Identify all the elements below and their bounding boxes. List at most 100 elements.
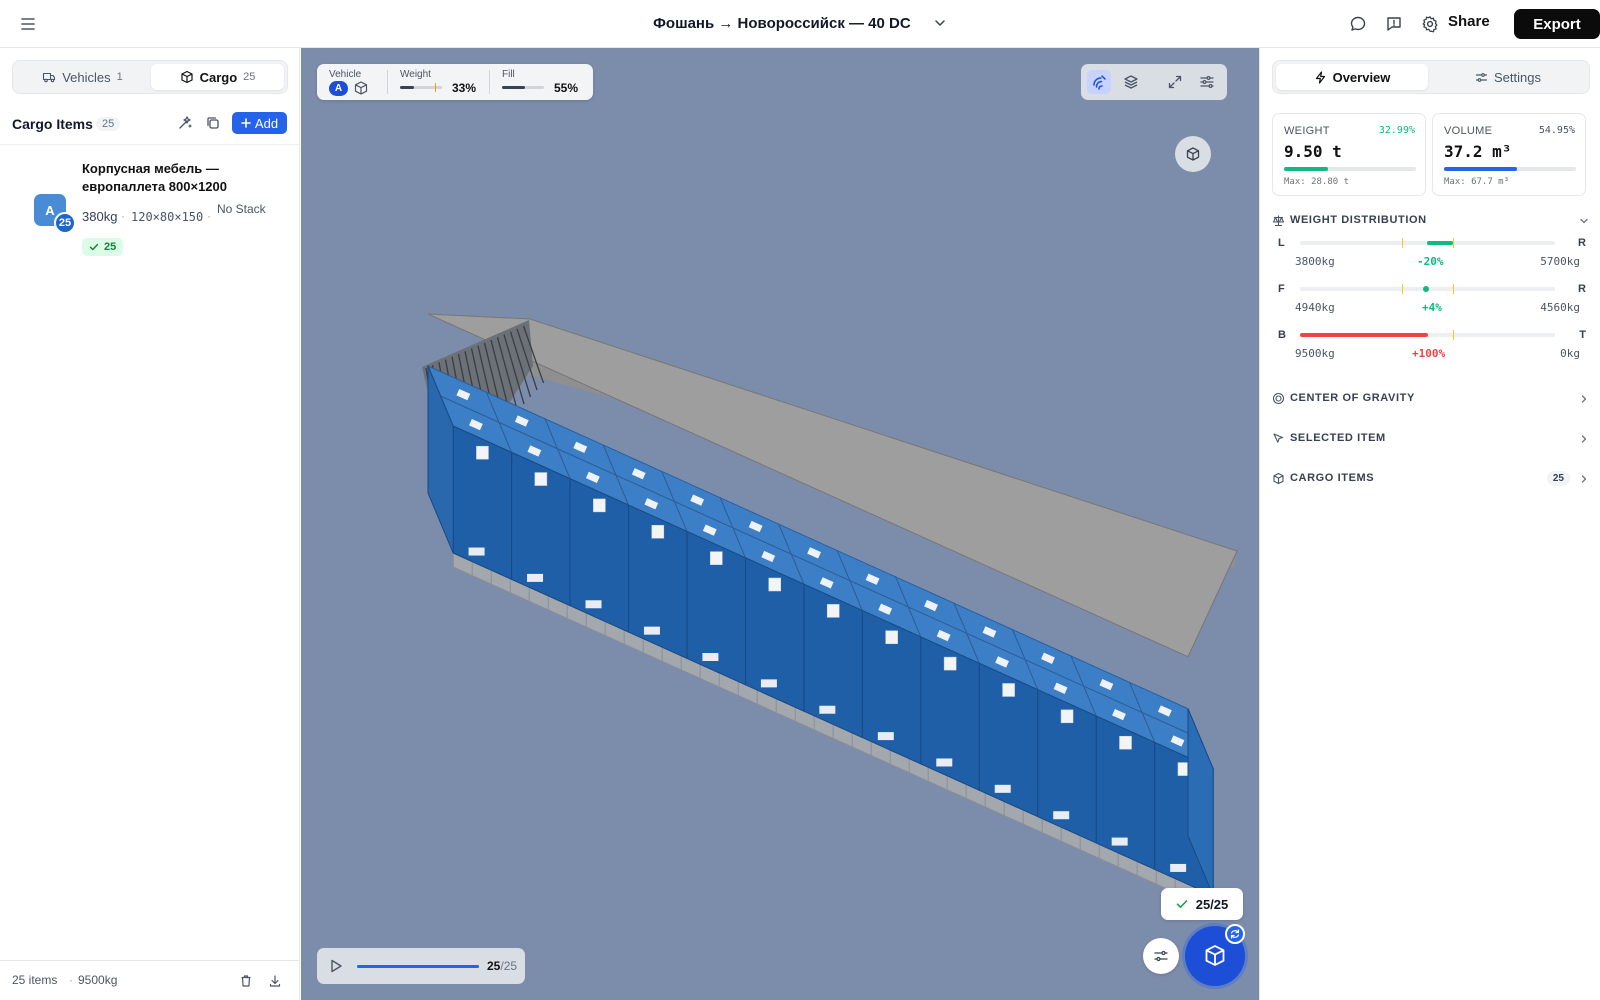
trash-icon[interactable]: [239, 974, 253, 988]
volume-card-max: Max: 67.7 m³: [1444, 177, 1510, 187]
cargo-side-label: [768, 577, 781, 592]
snap-icon[interactable]: [1087, 70, 1111, 94]
cargo-side-label: [710, 551, 723, 565]
cargo-items-header[interactable]: CARGO ITEMS 25: [1272, 469, 1590, 489]
weight-meter: [400, 83, 442, 92]
tolerance-tick: [1453, 238, 1454, 248]
inspector-tabs: Overview Settings: [1272, 60, 1590, 94]
balance-side-b: R: [1578, 237, 1586, 249]
handling-symbol: [1053, 811, 1070, 820]
magic-wand-icon[interactable]: [177, 115, 193, 131]
tab-cargo[interactable]: Cargo 25: [151, 64, 284, 90]
expand-icon[interactable]: [1163, 70, 1187, 94]
left-panel: Vehicles 1 Cargo 25 Cargo Items 25 Add A…: [0, 48, 300, 1000]
tab-overview[interactable]: Overview: [1276, 64, 1428, 90]
weight-distribution-header[interactable]: WEIGHT DISTRIBUTION: [1272, 211, 1590, 231]
tab-settings[interactable]: Settings: [1432, 64, 1584, 90]
weight-card-max: Max: 28.80 t: [1284, 177, 1350, 187]
item-name: Корпусная мебель — европаллета 800×1200: [82, 161, 227, 194]
cargo-side-label: [651, 525, 665, 539]
cube-icon[interactable]: [353, 80, 369, 96]
weight-card: WEIGHT 32.99% 9.50 t Max: 28.80 t: [1272, 113, 1426, 196]
refresh-icon[interactable]: [1225, 924, 1245, 944]
tab-vehicles[interactable]: Vehicles 1: [16, 64, 149, 90]
volume-card-value: 37.2 m³: [1444, 142, 1512, 161]
download-icon[interactable]: [268, 974, 282, 988]
divider: [489, 70, 490, 94]
balance-left-value: 4940kg: [1295, 301, 1335, 314]
tab-label: Settings: [1494, 69, 1541, 85]
selected-item-header[interactable]: SELECTED ITEM: [1272, 429, 1590, 449]
tab-label: Overview: [1332, 69, 1391, 85]
weight-card-label: WEIGHT: [1284, 125, 1330, 137]
filter-button[interactable]: [1143, 938, 1179, 974]
balance-row-front-rear: F R 4940kg +4% 4560kg: [1272, 283, 1586, 325]
placed-count-pill: 25/25: [1161, 888, 1243, 920]
comment-icon[interactable]: [1349, 15, 1367, 33]
gear-icon[interactable]: [1421, 15, 1439, 33]
cargo-side-label: [1060, 709, 1074, 724]
play-icon[interactable]: [327, 957, 345, 975]
weight-meter-fill: [400, 86, 414, 89]
sliders-icon: [1475, 71, 1488, 84]
vehicle-label: Vehicle: [329, 69, 362, 80]
section-count-badge: 25: [96, 117, 121, 131]
duplicate-icon[interactable]: [205, 115, 221, 131]
section-title: CARGO ITEMS: [1290, 472, 1375, 484]
layers-icon[interactable]: [1119, 70, 1143, 94]
export-button[interactable]: Export: [1514, 9, 1600, 39]
balance-right-value: 0kg: [1560, 347, 1580, 360]
item-quantity-badge: 25: [54, 212, 76, 234]
playback-slider[interactable]: [357, 965, 479, 968]
share-button[interactable]: Share: [1448, 13, 1490, 30]
plus-icon: [241, 118, 251, 128]
center-of-gravity-header[interactable]: CENTER OF GRAVITY: [1272, 389, 1590, 409]
handling-symbol: [994, 784, 1011, 793]
chevron-down-icon: [1578, 215, 1590, 227]
add-cargo-button[interactable]: Add: [232, 112, 287, 134]
cargo-side-label: [593, 498, 606, 513]
3d-viewport[interactable]: Vehicle A Weight 33% Fill 55% 25/25 25/2…: [301, 48, 1259, 1000]
cargo-list-item[interactable]: A 25 Корпусная мебель — европаллета 800×…: [0, 152, 300, 260]
sliders-icon[interactable]: [1195, 70, 1219, 94]
balance-delta: -20%: [1417, 255, 1444, 268]
playback-total: /25: [500, 959, 518, 973]
app-header: Фошань → Новороссийск — 40 DC Share Expo…: [0, 0, 1600, 48]
right-panel: Overview Settings WEIGHT 32.99% 9.50 t M…: [1259, 48, 1600, 1000]
page-title: Фошань → Новороссийск — 40 DC: [653, 14, 911, 32]
scale-icon: [1272, 214, 1285, 227]
section-title: WEIGHT DISTRIBUTION: [1290, 214, 1427, 226]
camera-reset-button[interactable]: [1175, 136, 1211, 172]
item-stack-rule: No Stack: [217, 202, 266, 216]
volume-card-label: VOLUME: [1444, 125, 1493, 137]
feedback-icon[interactable]: [1385, 15, 1403, 33]
balance-side-a: B: [1278, 329, 1286, 341]
cursor-icon: [1272, 432, 1285, 445]
balance-left-value: 9500kg: [1295, 347, 1335, 360]
handling-symbol: [760, 679, 777, 688]
item-placed-badge: 25: [82, 238, 124, 256]
volume-card: VOLUME 54.95% 37.2 m³ Max: 67.7 m³: [1432, 113, 1586, 196]
divider: [0, 144, 300, 145]
volume-card-meter: [1444, 167, 1576, 171]
volume-card-meter-fill: [1444, 167, 1517, 171]
vehicle-chip[interactable]: A: [329, 81, 348, 96]
divider: [387, 70, 388, 94]
container-3d-scene[interactable]: [301, 48, 1259, 1000]
volume-card-percent: 54.95%: [1538, 125, 1575, 136]
balance-side-a: F: [1278, 283, 1285, 295]
handling-symbol: [585, 600, 602, 609]
footer-item-count: 25 items: [12, 973, 58, 987]
footer-total-weight: 9500kg: [78, 973, 118, 987]
cube-icon: [180, 70, 194, 84]
balance-row-bottom-top: B T 9500kg +100% 0kg: [1272, 329, 1586, 371]
cargo-side-label: [1119, 735, 1132, 750]
sliders-icon: [1153, 948, 1169, 964]
cargo-side-label: [534, 472, 548, 486]
cube-icon: [1272, 472, 1285, 485]
chevron-right-icon: [1578, 433, 1590, 445]
cargo-side-label: [885, 630, 898, 644]
fill-percent: 55%: [554, 81, 579, 95]
balance-delta: +100%: [1412, 347, 1446, 360]
item-weight: 380kg: [82, 209, 118, 224]
